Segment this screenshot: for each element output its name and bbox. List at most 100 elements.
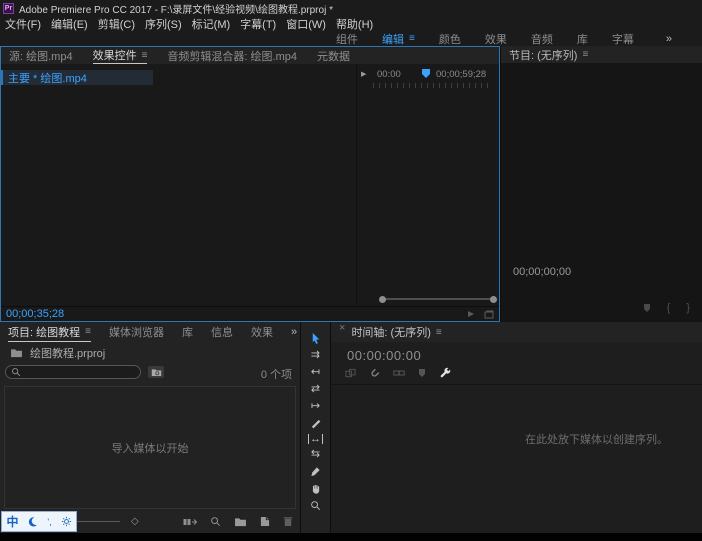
tab-info[interactable]: 信息 [211, 322, 233, 342]
tab-effect-controls[interactable]: 效果控件 ≡ [92, 47, 148, 64]
close-icon[interactable]: × [339, 322, 345, 342]
menu-help[interactable]: 帮助(H) [336, 16, 373, 32]
track-select-forward-tool[interactable]: ⇉ [311, 349, 320, 362]
scrollbar-left-knob[interactable] [379, 295, 386, 303]
menu-window[interactable]: 窗口(W) [286, 16, 326, 32]
ime-settings-gear-icon[interactable] [61, 516, 72, 527]
clear-trash-button[interactable] [283, 516, 293, 527]
search-icon [12, 368, 21, 377]
folder-search-icon [151, 368, 161, 376]
project-empty-drop-area[interactable]: 导入媒体以开始 [4, 386, 296, 509]
workspace-tab-effects[interactable]: 效果 [485, 31, 507, 47]
ruler-start-label: 00:00 [377, 69, 401, 80]
new-bin-button[interactable] [234, 517, 247, 527]
hand-tool[interactable] [310, 482, 321, 495]
tab-timeline[interactable]: 时间轴: (无序列) ≡ [351, 322, 441, 342]
search-bin-button[interactable] [148, 366, 164, 378]
project-breadcrumb[interactable]: 绘图教程.prproj [0, 344, 300, 361]
slip-tool[interactable]: ↔ [308, 433, 323, 444]
razor-tool[interactable] [310, 417, 321, 430]
audio-play-icon[interactable] [467, 310, 475, 318]
item-count-label: 0 个项 [260, 369, 292, 381]
tab-project[interactable]: 项目: 绘图教程 ≡ [8, 322, 91, 342]
workspace-tab-editing-label: 编辑 [382, 33, 404, 46]
timeline-timecode[interactable]: 00:00:00:00 [347, 348, 421, 363]
menu-markers[interactable]: 标记(M) [192, 16, 231, 32]
tab-metadata[interactable]: 元数据 [317, 47, 350, 64]
mini-timeline-zoom-scrollbar[interactable] [379, 295, 497, 303]
premiere-logo-icon: Pr [3, 2, 14, 14]
linked-selection-button[interactable] [393, 368, 405, 378]
tab-project-label: 项目: 绘图教程 [8, 326, 81, 339]
play-toggle-icon[interactable]: ▶ [361, 70, 366, 78]
panel-menu-icon[interactable]: ≡ [436, 327, 442, 338]
timeline-settings-wrench-button[interactable] [439, 367, 451, 379]
playhead-icon[interactable] [421, 68, 431, 79]
mark-out-icon[interactable]: } [686, 302, 690, 314]
ime-language-mode-button[interactable]: 中 [6, 513, 18, 530]
panel-menu-icon[interactable]: ≡ [85, 326, 91, 337]
mark-in-icon[interactable]: { [667, 302, 671, 314]
find-button[interactable] [210, 516, 221, 527]
program-timecode[interactable]: 00;00;00;00 [513, 266, 571, 278]
add-marker-button[interactable] [418, 368, 426, 378]
ime-moon-icon[interactable] [27, 516, 38, 527]
workspace-tab-assembly[interactable]: 组件 [336, 31, 358, 47]
effect-controls-divider [356, 64, 357, 305]
workspace-tab-color[interactable]: 颜色 [439, 31, 461, 47]
rate-stretch-tool[interactable]: ↦ [311, 400, 320, 413]
current-time-display[interactable]: 00;00;35;28 [6, 308, 64, 320]
panel-menu-icon[interactable]: ≡ [142, 50, 148, 61]
workspace-tab-audio[interactable]: 音频 [531, 31, 553, 47]
tab-effects[interactable]: 效果 [251, 322, 273, 342]
timeline-controls [345, 367, 451, 379]
automate-to-sequence-button[interactable] [183, 517, 197, 527]
tab-program-monitor[interactable]: 节目: (无序列) ≡ [509, 46, 588, 63]
effect-controls-panel-group: 源: 绘图.mp4 效果控件 ≡ 音频剪辑混合器: 绘图.mp4 元数据 主要 … [0, 46, 500, 322]
search-input[interactable] [5, 365, 141, 379]
workspace-tab-titles[interactable]: 字幕 [612, 31, 634, 47]
rolling-edit-tool[interactable]: ⇄ [311, 383, 320, 396]
panel-overflow-chevron-icon[interactable]: » [291, 322, 300, 342]
workspace-tab-editing[interactable]: 编辑 ≡ [382, 31, 415, 47]
menu-titles[interactable]: 字幕(T) [240, 16, 276, 32]
workspace-tab-libraries[interactable]: 库 [577, 31, 588, 47]
menu-edit[interactable]: 编辑(E) [51, 16, 88, 32]
scrollbar-track[interactable] [382, 298, 494, 300]
tools-panel: ⇉ ↤ ⇄ ↦ ↔ ⇆ [301, 322, 330, 533]
add-marker-icon[interactable] [643, 303, 651, 313]
menu-clip[interactable]: 剪辑(C) [98, 16, 135, 32]
panel-menu-icon[interactable]: ≡ [582, 49, 588, 60]
effect-controls-statusbar: 00;00;35;28 [1, 306, 499, 321]
mini-timeline-ruler[interactable]: ▶ 00:00 00;00;59;28 [357, 68, 497, 81]
tab-source-monitor[interactable]: 源: 绘图.mp4 [9, 47, 73, 64]
ime-punctuation-button[interactable]: ', [47, 517, 51, 527]
tab-audio-clip-mixer[interactable]: 音频剪辑混合器: 绘图.mp4 [167, 47, 297, 64]
panel-options-icon[interactable] [484, 310, 494, 319]
top-panel-row: 源: 绘图.mp4 效果控件 ≡ 音频剪辑混合器: 绘图.mp4 元数据 主要 … [0, 46, 702, 322]
scrollbar-right-knob[interactable] [490, 295, 497, 303]
timeline-empty-text: 在此处放下媒体以创建序列。 [525, 433, 668, 446]
project-panel: 项目: 绘图教程 ≡ 媒体浏览器 库 信息 效果 » 绘图教程.prproj 0… [0, 322, 300, 533]
sort-icons-button[interactable]: ◇ [131, 516, 139, 527]
menu-file[interactable]: 文件(F) [5, 16, 41, 32]
tab-media-browser[interactable]: 媒体浏览器 [109, 322, 164, 342]
zoom-tool[interactable] [310, 499, 321, 512]
ripple-edit-tool[interactable]: ↤ [311, 366, 320, 379]
insert-as-nest-button[interactable] [345, 368, 356, 379]
workspace-menu-icon[interactable]: ≡ [409, 33, 415, 44]
project-folder-icon [11, 348, 22, 357]
menu-sequence[interactable]: 序列(S) [145, 16, 182, 32]
ruler-ticks [373, 83, 493, 88]
pen-tool[interactable] [310, 465, 321, 478]
title-bar: Pr Adobe Premiere Pro CC 2017 - F:\录屏文件\… [0, 0, 702, 16]
slide-tool[interactable]: ⇆ [311, 448, 320, 461]
project-empty-text: 导入媒体以开始 [111, 442, 189, 455]
tab-libraries[interactable]: 库 [182, 322, 193, 342]
master-clip-row[interactable]: 主要 * 绘图.mp4 [1, 70, 153, 85]
new-item-button[interactable] [260, 516, 270, 527]
workspace-overflow-chevron-icon[interactable]: » [666, 33, 672, 45]
timeline-drop-area[interactable]: 在此处放下媒体以创建序列。 [491, 384, 702, 493]
snap-magnet-button[interactable] [369, 368, 380, 379]
selection-tool[interactable] [310, 332, 321, 345]
